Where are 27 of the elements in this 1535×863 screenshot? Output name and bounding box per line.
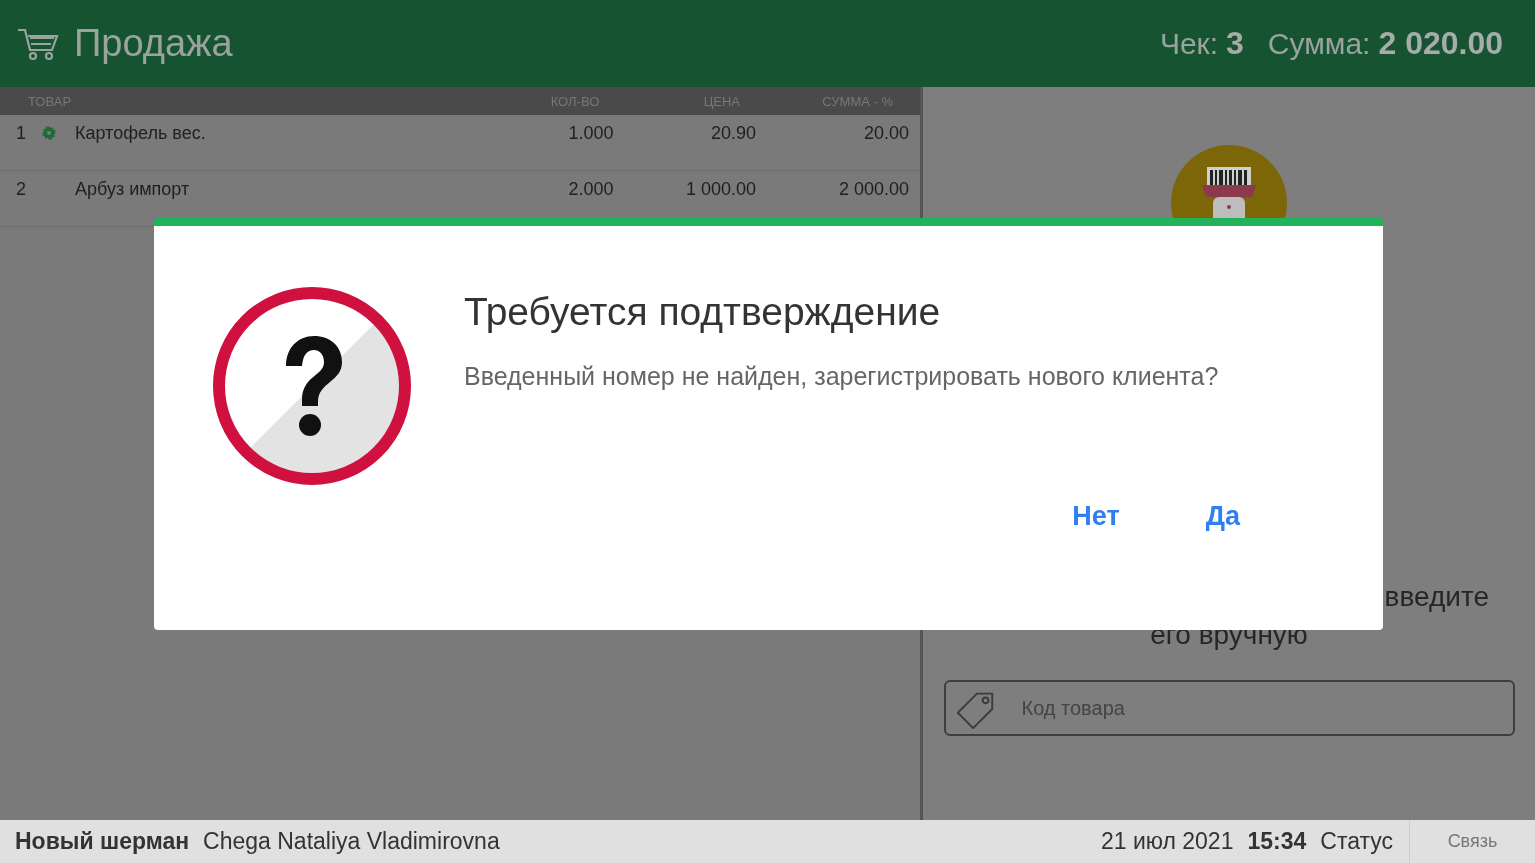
product-code-field[interactable]: Код товара xyxy=(943,680,1515,736)
row-number: 2 xyxy=(15,179,27,200)
dialog-title: Требуется подтверждение xyxy=(464,290,942,334)
status-text: Статус xyxy=(1320,828,1393,855)
time-text: 15:34 xyxy=(1247,828,1307,855)
screen-title: Продажа xyxy=(74,22,233,65)
table-cell-text: 20.00 xyxy=(862,123,909,144)
shift-name: Новый шерман xyxy=(15,828,190,855)
check-number: 3 xyxy=(1226,25,1244,62)
dialog-message: Введенный номер не найден, зарегистрировать нового клиента? xyxy=(464,362,1220,391)
sum-value: 2 020.00 xyxy=(1378,25,1503,62)
table-cell-text: 20.90 xyxy=(709,123,756,144)
table-cell-text: Арбуз импорт xyxy=(75,179,191,200)
table-cell-text: 2.000 xyxy=(567,179,615,200)
no-button[interactable]: Нет xyxy=(1064,497,1128,536)
yes-button[interactable]: Да xyxy=(1197,497,1248,536)
table-cell-text: 2 000.00 xyxy=(837,179,909,200)
date-text: 21 июл 2021 xyxy=(1100,828,1234,855)
cashier-name: Chega Nataliya Vladimirovna xyxy=(203,828,500,855)
question-icon xyxy=(210,284,414,488)
row-number: 1 xyxy=(15,123,27,144)
check-label: Чек: xyxy=(1159,26,1219,61)
table-cell-text: 1 000.00 xyxy=(684,179,756,200)
sum-label: Сумма: xyxy=(1267,26,1371,61)
hint-text: введите xyxy=(1384,581,1489,613)
table-cell-text: Картофель вес. xyxy=(75,123,207,144)
table-cell-text: 1.000 xyxy=(567,123,615,144)
